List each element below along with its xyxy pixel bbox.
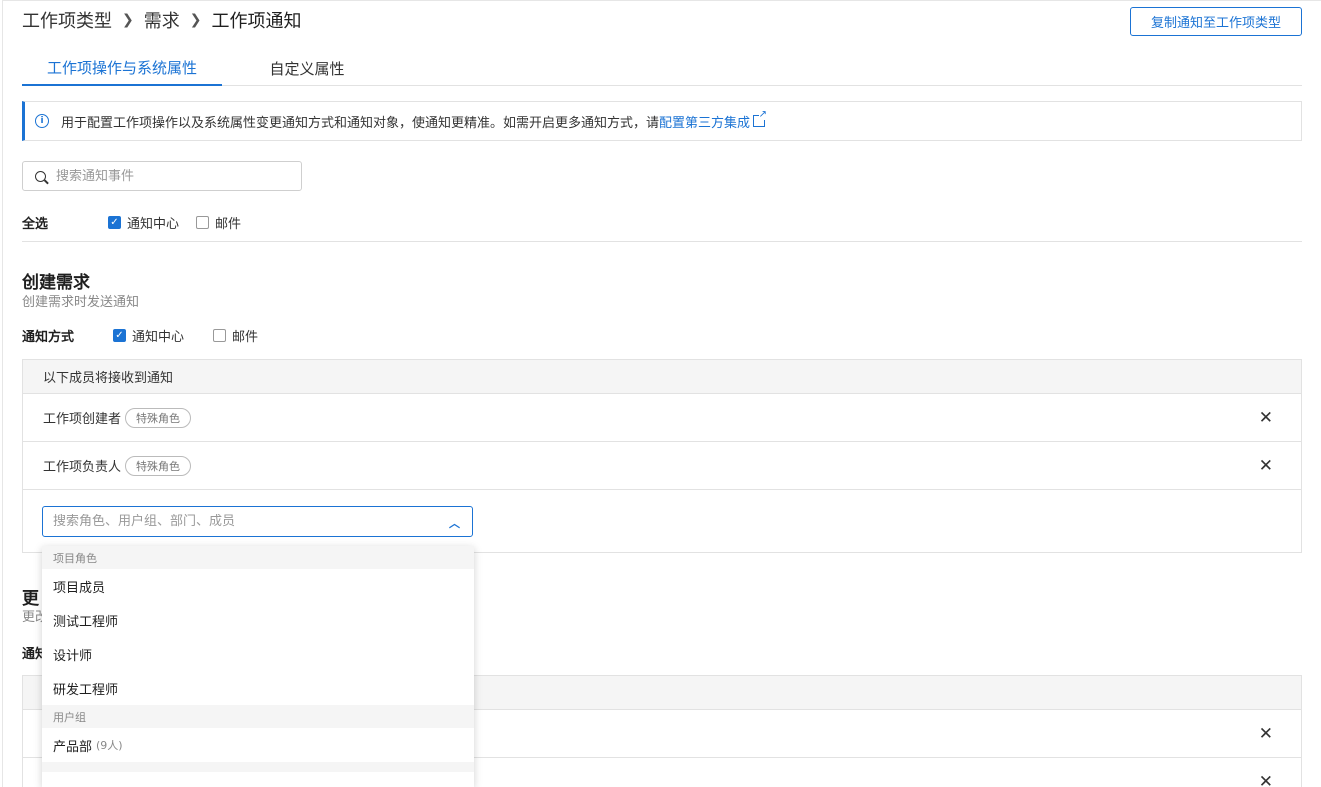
member-dropdown: 项目角色 项目成员 测试工程师 设计师 研发工程师 用户组 产品部 (9人) (42, 546, 474, 787)
check-icon[interactable]: ✓ (113, 329, 126, 342)
close-icon[interactable]: ✕ (1259, 772, 1273, 787)
info-banner: i 用于配置工作项操作以及系统属性变更通知方式和通知对象，使通知更精准。如需开启… (22, 101, 1302, 141)
checkbox-empty[interactable] (213, 329, 226, 342)
chevron-right-icon: ❯ (189, 12, 202, 28)
configure-integration-link[interactable]: 配置第三方集成 (659, 112, 750, 131)
member-count: (9人) (96, 739, 123, 752)
checkbox-label: 邮件 (215, 217, 242, 232)
breadcrumb-item-requirement[interactable]: 需求 (144, 7, 180, 33)
role-tag: 特殊角色 (125, 455, 192, 476)
checkbox-label: 通知中心 (127, 217, 180, 232)
search-input[interactable] (56, 168, 276, 184)
checkbox-label: 邮件 (232, 330, 259, 345)
notify-method-label: 通知方式 (22, 330, 75, 345)
close-icon[interactable]: ✕ (1259, 724, 1273, 744)
search-icon (35, 170, 46, 182)
divider (22, 241, 1302, 242)
chevron-up-icon[interactable]: ︿ (449, 515, 460, 531)
dropdown-item[interactable]: 项目成员 (42, 569, 474, 603)
tab-operations-system-attributes[interactable]: 工作项操作与系统属性 (22, 50, 222, 86)
list-item: 工作项创建者 特殊角色 ✕ (23, 394, 1301, 442)
dropdown-overflow-row (42, 762, 474, 772)
checkbox-label: 通知中心 (132, 330, 185, 345)
search-box (22, 161, 302, 191)
checkbox-empty[interactable] (196, 216, 209, 229)
section-title: 创建需求 (22, 273, 90, 293)
member-picker[interactable]: ︿ (42, 506, 473, 537)
dropdown-group-label: 项目角色 (42, 546, 474, 569)
dropdown-item[interactable]: 设计师 (42, 637, 474, 671)
close-icon[interactable]: ✕ (1259, 408, 1273, 428)
chevron-right-icon: ❯ (122, 12, 134, 28)
dropdown-item[interactable]: 产品部 (9人) (42, 728, 474, 762)
close-icon[interactable]: ✕ (1259, 456, 1273, 476)
select-all-notification-center[interactable]: ✓ 通知中心 (108, 213, 179, 232)
external-link-icon[interactable] (753, 110, 768, 127)
select-all-label: 全选 (22, 217, 49, 232)
list-item: 工作项负责人 特殊角色 ✕ (23, 442, 1301, 490)
breadcrumb-item-current: 工作项通知 (211, 11, 302, 32)
member-name: 工作项负责人 (43, 460, 122, 475)
select-all-email[interactable]: 邮件 (196, 213, 241, 232)
method-email[interactable]: 邮件 (213, 326, 258, 345)
dropdown-group-label: 用户组 (42, 705, 474, 728)
member-name: 工作项创建者 (43, 412, 122, 427)
section-subtitle: 创建需求时发送通知 (22, 295, 140, 310)
breadcrumb-item-type[interactable]: 工作项类型 (22, 7, 112, 33)
dropdown-item[interactable]: 测试工程师 (42, 603, 474, 637)
method-notification-center[interactable]: ✓ 通知中心 (113, 326, 184, 345)
tab-bar: 工作项操作与系统属性 自定义属性 (22, 50, 1302, 86)
group-name: 产品部 (53, 739, 93, 755)
breadcrumb: 工作项类型 ❯ 需求 ❯ 工作项通知 (22, 8, 301, 32)
check-icon[interactable]: ✓ (108, 216, 121, 229)
tab-custom-attributes[interactable]: 自定义属性 (252, 50, 362, 86)
info-text: 用于配置工作项操作以及系统属性变更通知方式和通知对象，使通知更精准。如需开启更多… (61, 115, 660, 131)
recipients-header: 以下成员将接收到通知 (23, 360, 1301, 394)
member-search-input[interactable] (53, 514, 433, 529)
dropdown-item[interactable]: 研发工程师 (42, 671, 474, 705)
role-tag: 特殊角色 (125, 407, 192, 428)
copy-notification-button[interactable]: 复制通知至工作项类型 (1130, 7, 1302, 36)
info-icon: i (35, 114, 49, 128)
